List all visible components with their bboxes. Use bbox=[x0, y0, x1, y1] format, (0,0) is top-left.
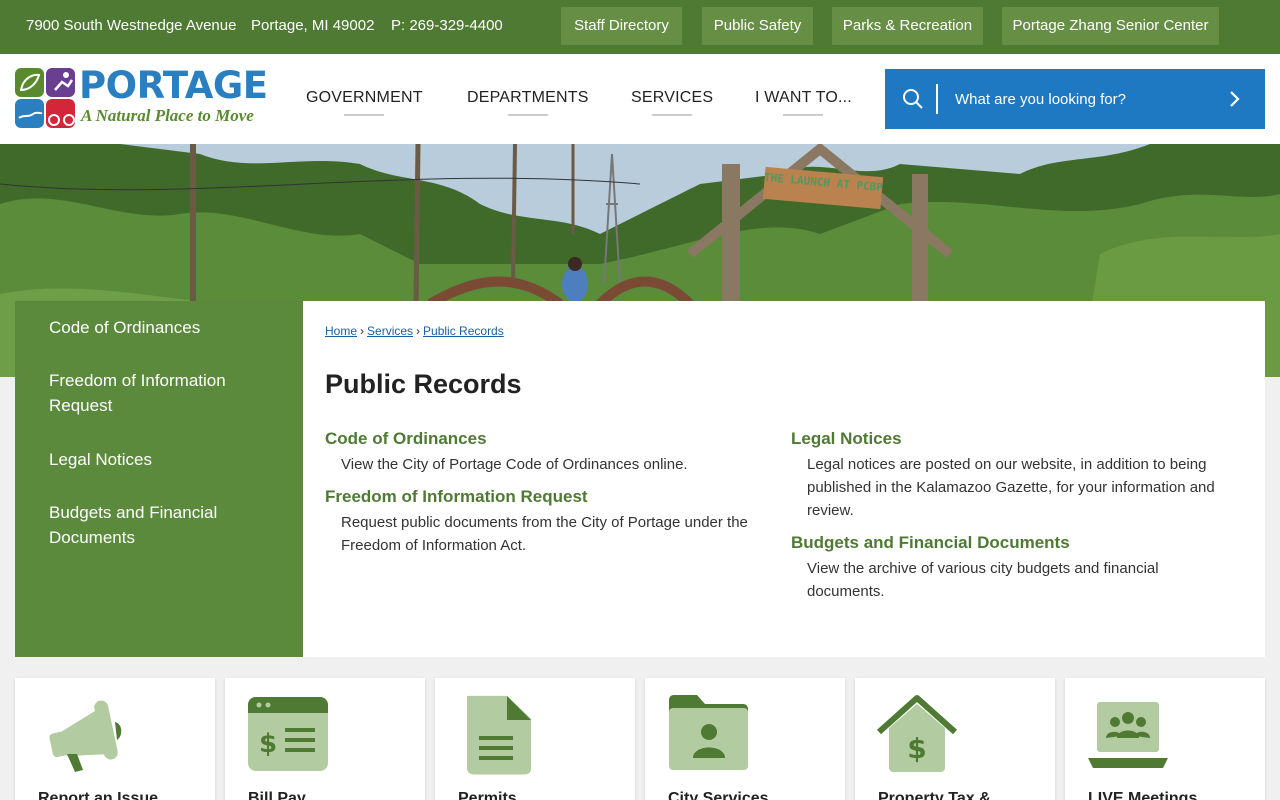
sidebar-item-legal-notices[interactable]: Legal Notices bbox=[49, 447, 279, 472]
document-icon bbox=[467, 695, 531, 775]
nav-services[interactable]: SERVICES bbox=[631, 54, 713, 144]
breadcrumb-services[interactable]: Services bbox=[367, 324, 413, 338]
entry-title-link[interactable]: Freedom of Information Request bbox=[325, 487, 588, 506]
sidebar-item-foia[interactable]: Freedom of Information Request bbox=[49, 368, 279, 418]
entry-title-link[interactable]: Budgets and Financial Documents bbox=[791, 533, 1070, 552]
card-label: Report an Issue bbox=[38, 790, 159, 800]
entry-title-link[interactable]: Legal Notices bbox=[791, 429, 902, 448]
card-label: City Services bbox=[668, 790, 769, 800]
portage-logo[interactable]: PORTAGE A Natural Place to Move bbox=[15, 64, 268, 132]
nav-underline bbox=[344, 114, 385, 116]
logo-wordmark: PORTAGE bbox=[79, 64, 268, 107]
nav-underline bbox=[507, 114, 548, 116]
entry-title-link[interactable]: Code of Ordinances bbox=[325, 429, 487, 448]
city-text: Portage, MI 49002 bbox=[251, 17, 375, 34]
chevron-right-icon[interactable] bbox=[1223, 88, 1247, 110]
address-text: 7900 South Westnedge Avenue bbox=[26, 17, 237, 34]
logo-tagline: A Natural Place to Move bbox=[81, 106, 254, 125]
search-box bbox=[885, 69, 1265, 129]
card-permits[interactable]: Permits bbox=[435, 678, 635, 800]
entry-description: Legal notices are posted on our website,… bbox=[807, 456, 1215, 519]
public-safety-link[interactable]: Public Safety bbox=[702, 7, 813, 45]
card-property-tax[interactable]: $ Property Tax & bbox=[855, 678, 1055, 800]
entry-legal-notices: Legal Notices Legal notices are posted o… bbox=[791, 429, 1231, 522]
breadcrumb-public-records[interactable]: Public Records bbox=[423, 324, 504, 338]
nav-services-label: SERVICES bbox=[631, 89, 714, 106]
sidebar-item-budgets[interactable]: Budgets and Financial Documents bbox=[49, 500, 279, 550]
breadcrumb-separator: › bbox=[360, 324, 365, 338]
phone-text[interactable]: P: 269-329-4400 bbox=[391, 17, 503, 34]
entry-description: View the archive of various city budgets… bbox=[807, 560, 1159, 600]
bill-pay-icon: $ bbox=[248, 697, 328, 771]
parks-recreation-link[interactable]: Parks & Recreation bbox=[832, 7, 983, 45]
nav-i-want-to-label: I WANT TO... bbox=[755, 89, 852, 106]
utility-bar: 7900 South Westnedge Avenue Portage, MI … bbox=[0, 0, 1280, 54]
breadcrumb-separator: › bbox=[416, 324, 421, 338]
svg-text:$: $ bbox=[907, 732, 926, 765]
nav-underline bbox=[652, 114, 693, 116]
entry-budgets: Budgets and Financial Documents View the… bbox=[791, 533, 1231, 603]
laptop-group-icon bbox=[1088, 702, 1168, 768]
card-report-issue[interactable]: Report an Issue bbox=[15, 678, 215, 800]
breadcrumb-home[interactable]: Home bbox=[325, 324, 357, 338]
card-city-services[interactable]: City Services bbox=[645, 678, 845, 800]
nav-i-want-to[interactable]: I WANT TO... bbox=[755, 54, 852, 144]
folder-person-icon bbox=[669, 695, 748, 770]
main-content: Home › Services › Public Records Public Reco… bbox=[303, 301, 1265, 657]
breadcrumb: Home › Services › Public Records bbox=[325, 324, 504, 338]
page-title: Public Records bbox=[325, 369, 522, 399]
house-dollar-icon: $ bbox=[877, 695, 958, 772]
entry-foia: Freedom of Information Request Request p… bbox=[325, 487, 765, 557]
nav-departments-label: DEPARTMENTS bbox=[467, 89, 589, 106]
svg-text:$: $ bbox=[259, 729, 277, 759]
nav-government-label: GOVERNMENT bbox=[306, 89, 423, 106]
staff-directory-link[interactable]: Staff Directory bbox=[561, 7, 682, 45]
card-bill-pay[interactable]: $ Bill Pay bbox=[225, 678, 425, 800]
card-label: Permits bbox=[458, 790, 517, 800]
entry-description: View the City of Portage Code of Ordinan… bbox=[341, 456, 688, 473]
card-live-meetings[interactable]: LIVE Meetings bbox=[1065, 678, 1265, 800]
section-sidebar: Code of Ordinances Freedom of Informatio… bbox=[15, 301, 303, 657]
search-input[interactable] bbox=[945, 81, 1215, 117]
site-header: PORTAGE A Natural Place to Move GOVERNME… bbox=[0, 54, 1280, 144]
nav-underline bbox=[783, 114, 824, 116]
logo-activity-icons bbox=[15, 68, 77, 130]
card-label: Bill Pay bbox=[248, 790, 306, 800]
search-divider bbox=[936, 84, 938, 114]
card-label: Property Tax & bbox=[878, 790, 991, 800]
card-label: LIVE Meetings bbox=[1088, 790, 1198, 800]
search-icon[interactable] bbox=[902, 88, 924, 110]
entry-description: Request public documents from the City o… bbox=[341, 514, 748, 554]
sidebar-item-code-of-ordinances[interactable]: Code of Ordinances bbox=[49, 315, 279, 340]
senior-center-link[interactable]: Portage Zhang Senior Center bbox=[1002, 7, 1219, 45]
nav-government[interactable]: GOVERNMENT bbox=[306, 54, 423, 144]
entry-code-of-ordinances: Code of Ordinances View the City of Port… bbox=[325, 429, 765, 476]
nav-departments[interactable]: DEPARTMENTS bbox=[467, 54, 589, 144]
megaphone-icon bbox=[49, 700, 122, 772]
